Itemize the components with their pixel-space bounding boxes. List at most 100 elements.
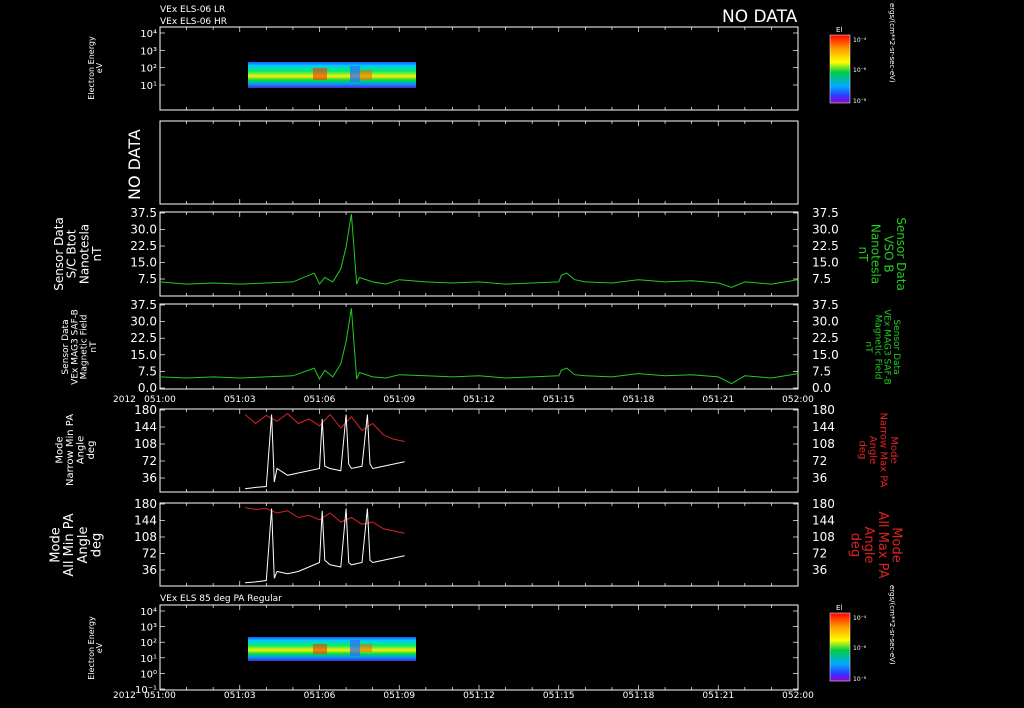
x-tick-label: 051:03 — [224, 395, 256, 405]
colorbar-bottom-tick-1: 10⁻⁴ — [853, 615, 867, 622]
x-tick-label: 052:00 — [782, 395, 814, 405]
x-tick-label: 051:21 — [702, 395, 734, 405]
pa-narrow-ylabel: Mode Narrow Min PA Angle deg — [54, 414, 97, 486]
x-tick-label: 051:12 — [463, 691, 495, 701]
plot-canvas: VEx ELS-06 LR VEx ELS-06 HR NO DATA El 1… — [49, 3, 908, 701]
x-tick-label: 051:21 — [702, 691, 734, 701]
nodata-panel-label: NO DATA — [125, 129, 144, 200]
x-tick-label: 051:18 — [623, 395, 655, 405]
pa-all-series-line — [245, 508, 405, 584]
y-tick-label: 10⁴ — [140, 29, 157, 40]
x-tick-label: 051:12 — [463, 395, 495, 405]
pa-narrow-rlabel-line: Angle — [867, 436, 878, 464]
mag-series-line — [159, 308, 799, 385]
y-tick-label-right: 22.5 — [812, 331, 839, 345]
y-tick-label-right: 180 — [812, 403, 835, 417]
x-tick-label: 051:03 — [224, 691, 256, 701]
y-tick-label: 10² — [140, 64, 157, 75]
y-tick-label-right: 15.0 — [812, 348, 839, 362]
y-tick-label-right: 30.0 — [812, 223, 839, 237]
y-tick-label-right: 37.5 — [812, 206, 839, 220]
x-tick-label: 051:06 — [304, 691, 336, 701]
btot-rlabel-line: nT — [856, 247, 870, 263]
colorbar-top-title: El — [836, 26, 842, 34]
x-tick-label: 051:09 — [383, 691, 415, 701]
pa-all-ylabel: ModeAll Min PAAngledeg — [49, 513, 105, 576]
panel-frame-pa-narrow — [159, 408, 799, 493]
y-tick-label-right: 144 — [812, 514, 835, 528]
y-tick-label: 180 — [134, 497, 157, 511]
header-no-data: NO DATA — [722, 7, 798, 27]
y-tick-label: 36 — [142, 471, 157, 485]
y-tick-label: 37.5 — [130, 206, 157, 220]
mag-rlabel-line: nT — [863, 341, 873, 353]
colorbar-top-tick-3: 10⁻⁸ — [853, 98, 867, 105]
y-tick-label: 10³ — [140, 623, 157, 634]
btot-ylabel-line: nT — [90, 246, 104, 262]
y-tick-label: 15.0 — [130, 348, 157, 362]
y-tick-label: 72 — [142, 454, 157, 468]
y-tick-label: 108 — [134, 437, 157, 451]
colorbar-top-tick-2: 10⁻⁶ — [853, 67, 867, 74]
x-axis-year-label: 2012 — [113, 395, 136, 405]
y-tick-label: 108 — [134, 530, 157, 544]
colorbar-top-tick-1: 10⁻⁴ — [853, 37, 867, 44]
pa-narrow-ylabel-line: Narrow Min PA — [65, 414, 76, 486]
y-tick-label: 37.5 — [130, 298, 157, 312]
colorbar-top — [829, 34, 851, 104]
y-tick-label-right: 144 — [812, 420, 835, 434]
pa-narrow-rlabel: ModeNarrow Max PAAngledeg — [856, 413, 899, 488]
pa-all-series-line — [245, 507, 405, 534]
colorbar-bottom-unit: ergs/(cm**2-sr-sec-eV) — [888, 585, 896, 665]
y-tick-label-right: 30.0 — [812, 315, 839, 329]
spec-bottom-ylabel: Electron Energy eV — [87, 616, 104, 680]
y-tick-label: 30.0 — [130, 223, 157, 237]
y-tick-label-right: 22.5 — [812, 239, 839, 253]
pa-narrow-ylabel-line: deg — [86, 441, 97, 460]
y-tick-label: 22.5 — [130, 331, 157, 345]
panel-frame-nodata — [159, 120, 799, 205]
y-tick-label: 36 — [142, 563, 157, 577]
x-tick-label: 051:15 — [543, 691, 575, 701]
header-line2: VEx ELS-06 HR — [160, 17, 227, 27]
y-tick-label-right: 7.5 — [812, 364, 831, 378]
y-tick-label: 7.5 — [138, 272, 157, 286]
btot-rlabel: Sensor DataVSO BNanoteslanT — [856, 217, 908, 291]
colorbar-top-unit: ergs/(cm**2-sr-sec-eV) — [888, 3, 896, 83]
pa-all-rlabel-line: deg — [848, 533, 863, 558]
y-tick-label-right: 180 — [812, 497, 835, 511]
mag-ylabel: Sensor Data VEx MAG3 SAF-B Magnetic Field n… — [61, 309, 99, 385]
pa-narrow-rlabel-line: Narrow Max PA — [877, 413, 888, 488]
pa-narrow-ylabel-line: Angle — [75, 436, 86, 464]
y-tick-label: 10¹ — [140, 654, 157, 665]
y-tick-label: 72 — [142, 547, 157, 561]
panel-frame-pa-all — [159, 502, 799, 587]
spec-top-ylabel: Electron Energy eV — [87, 36, 104, 100]
btot-series-line — [159, 214, 799, 288]
x-tick-label: 052:00 — [782, 691, 814, 701]
colorbar-bottom-tick-2: 10⁻⁶ — [853, 645, 867, 652]
x-tick-label: 051:09 — [383, 395, 415, 405]
mag-ylabel-line: nT — [89, 341, 99, 353]
y-tick-label: 30.0 — [130, 315, 157, 329]
pa-narrow-series-line — [244, 412, 405, 442]
y-tick-label: 7.5 — [138, 364, 157, 378]
y-tick-label: 10¹ — [140, 81, 157, 92]
y-tick-label: 10³ — [140, 46, 157, 57]
y-tick-label: 180 — [134, 403, 157, 417]
y-tick-label-right: 108 — [812, 530, 835, 544]
y-tick-label: 10⁴ — [140, 607, 157, 618]
y-tick-label-right: 0.0 — [812, 381, 831, 395]
spec-bottom-title: VEx ELS 85 deg PA Regular — [160, 594, 282, 604]
pa-narrow-rlabel-line: deg — [856, 441, 867, 460]
btot-ylabel: Sensor DataS/C BtotNanoteslanT — [52, 217, 104, 291]
y-tick-label: 15.0 — [130, 256, 157, 270]
header-line1: VEx ELS-06 LR — [160, 5, 225, 15]
spectrogram-top — [248, 62, 416, 88]
y-tick-label: 0.0 — [138, 381, 157, 395]
y-tick-label: 144 — [134, 420, 157, 434]
spec-bottom-ylabel-line: eV — [95, 642, 104, 653]
colorbar-bottom — [829, 612, 851, 682]
y-tick-label-right: 15.0 — [812, 256, 839, 270]
spectrogram-bottom — [248, 637, 416, 661]
